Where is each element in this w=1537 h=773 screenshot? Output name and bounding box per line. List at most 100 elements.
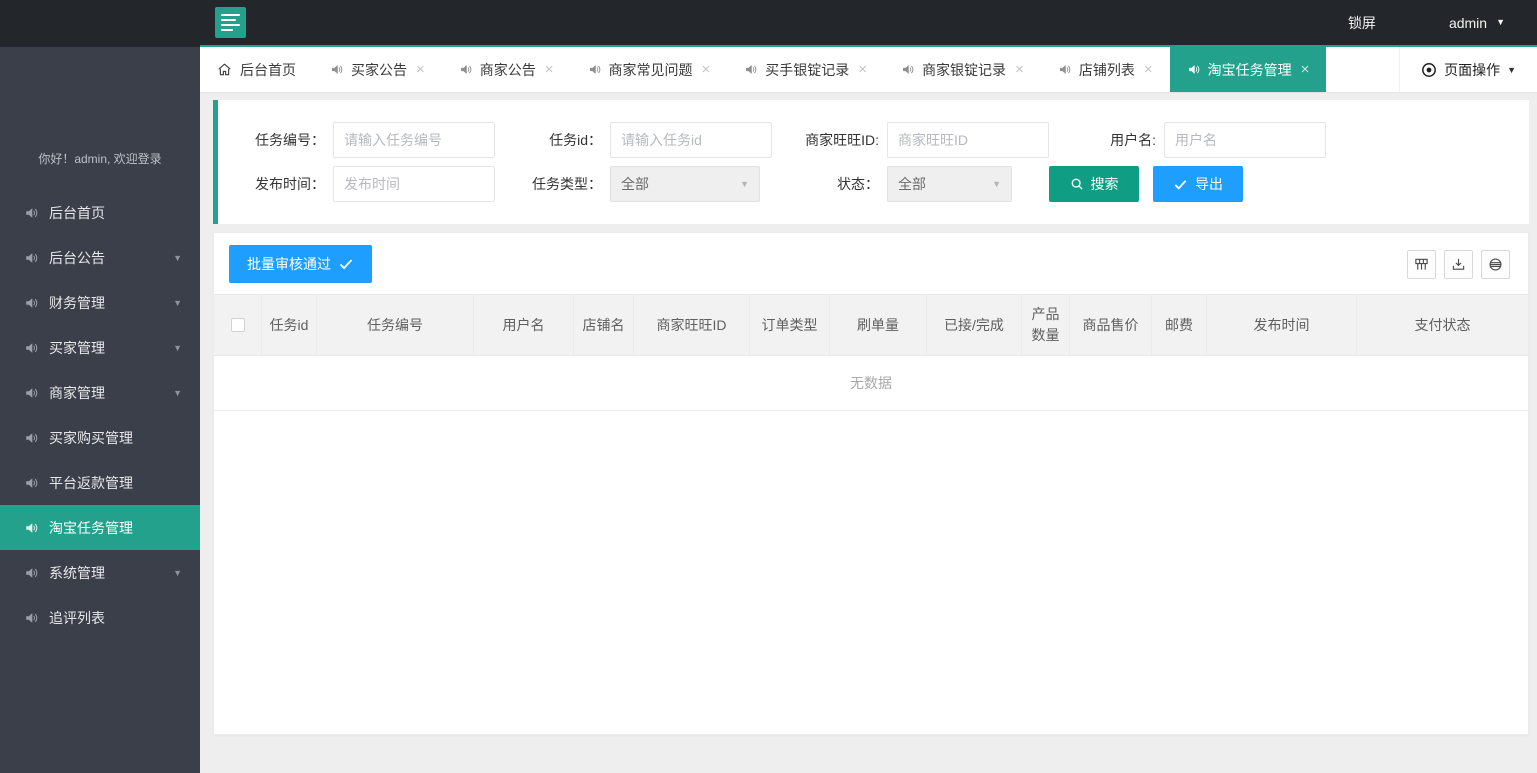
close-icon[interactable]: × (858, 61, 867, 78)
tab-shop-list[interactable]: 店铺列表 × (1041, 47, 1170, 92)
sidebar-item-review-list[interactable]: 追评列表 (0, 595, 200, 640)
col-taken-done: 已接/完成 (927, 295, 1022, 355)
close-icon[interactable]: × (1144, 61, 1153, 78)
home-icon (217, 62, 232, 77)
chevron-down-icon: ▼ (1496, 17, 1505, 27)
col-order-type: 订单类型 (750, 295, 830, 355)
tab-label: 后台首页 (240, 61, 296, 78)
top-header-bar: 锁屏 admin ▼ (0, 0, 1537, 45)
speaker-icon (24, 566, 38, 580)
sidebar-item-system[interactable]: 系统管理 ▼ (0, 550, 200, 595)
page-actions-dropdown[interactable]: 页面操作 ▼ (1399, 47, 1537, 92)
sidebar-item-platform-refund[interactable]: 平台返款管理 (0, 460, 200, 505)
speaker-icon (24, 521, 38, 535)
sidebar-item-label: 追评列表 (49, 609, 105, 626)
tab-label: 店铺列表 (1078, 61, 1135, 78)
sidebar-item-buyer-mgmt[interactable]: 买家管理 ▼ (0, 325, 200, 370)
print-icon (1488, 257, 1503, 272)
close-icon[interactable]: × (702, 61, 711, 78)
status-value: 全部 (898, 176, 926, 192)
sidebar-item-label: 买家管理 (49, 339, 105, 356)
topbar-right-group: 锁屏 admin ▼ (1348, 0, 1537, 45)
tab-label: 买手银锭记录 (765, 61, 850, 78)
search-filter-panel: 任务编号： 任务id： 商家旺旺ID: 用户名: (213, 100, 1529, 224)
sidebar-item-label: 财务管理 (49, 294, 105, 311)
table-tool-icons (1407, 249, 1510, 279)
sidebar-item-merchant-mgmt[interactable]: 商家管理 ▼ (0, 370, 200, 415)
col-task-no: 任务编号 (317, 295, 474, 355)
print-button[interactable] (1481, 249, 1510, 279)
select-all-checkbox[interactable] (230, 318, 245, 332)
tab-merchant-faq[interactable]: 商家常见问题 × (571, 47, 728, 92)
close-icon[interactable]: × (1015, 61, 1024, 78)
speaker-icon (24, 431, 38, 445)
col-order-qty: 刷单量 (830, 295, 927, 355)
tab-label: 商家公告 (479, 61, 536, 78)
chevron-down-icon: ▼ (173, 297, 182, 308)
tab-bar: 后台首页 买家公告 × 商家公告 × 商家常见问题 × 买手银锭记录 × 商家银… (200, 47, 1537, 93)
close-icon[interactable]: × (545, 61, 554, 78)
task-table-card: 批量审核通过 任务id 任务编号 用户名 店铺名 商家旺旺ID 订单类型 刷单量… (213, 232, 1529, 735)
tab-home[interactable]: 后台首页 (200, 47, 313, 92)
search-button-label: 搜索 (1090, 176, 1119, 192)
tab-taobao-task[interactable]: 淘宝任务管理 × (1169, 47, 1327, 92)
speaker-icon (24, 251, 38, 265)
close-icon[interactable]: × (1301, 61, 1310, 78)
speaker-icon (24, 206, 38, 220)
speaker-icon (744, 63, 757, 76)
sidebar-menu: 后台首页 后台公告 ▼ 财务管理 ▼ 买家管理 ▼ 商家管理 ▼ 买家购买管理 … (0, 190, 200, 640)
sidebar-item-label: 系统管理 (49, 564, 105, 581)
chevron-down-icon: ▼ (740, 179, 749, 189)
sidebar-item-finance[interactable]: 财务管理 ▼ (0, 280, 200, 325)
task-type-select[interactable]: 全部 ▼ (610, 166, 760, 202)
col-product-price: 商品售价 (1070, 295, 1152, 355)
tab-buyer-ingot-log[interactable]: 买手银锭记录 × (727, 47, 884, 92)
task-no-input[interactable] (333, 122, 495, 158)
speaker-icon (588, 63, 601, 76)
user-menu[interactable]: admin ▼ (1449, 15, 1537, 31)
export-table-button[interactable] (1444, 249, 1473, 279)
lock-screen-button[interactable]: 锁屏 (1348, 13, 1376, 33)
tab-buyer-notice[interactable]: 买家公告 × (313, 47, 442, 92)
username-label: admin (1448, 14, 1488, 31)
tab-merchant-ingot-log[interactable]: 商家银锭记录 × (884, 47, 1041, 92)
chevron-down-icon: ▼ (1507, 64, 1516, 75)
sidebar-item-home[interactable]: 后台首页 (0, 190, 200, 235)
target-icon (1421, 62, 1437, 78)
speaker-icon (24, 611, 38, 625)
sidebar-item-notice[interactable]: 后台公告 ▼ (0, 235, 200, 280)
filter-columns-button[interactable] (1407, 249, 1436, 279)
col-publish-time: 发布时间 (1207, 295, 1357, 355)
sidebar-toggle-button[interactable] (215, 7, 246, 38)
filter-row-2: 发布时间： 任务类型： 全部 ▼ 状态： (218, 162, 1529, 206)
username-input[interactable] (1164, 122, 1326, 158)
wangwang-id-label: 商家旺旺ID: (805, 132, 879, 148)
chevron-down-icon: ▼ (173, 252, 182, 263)
publish-time-input[interactable] (333, 166, 495, 202)
task-id-input[interactable] (610, 122, 772, 158)
wangwang-id-input[interactable] (887, 122, 1049, 158)
search-button[interactable]: 搜索 (1049, 166, 1139, 202)
field-task-no: 任务编号： (218, 122, 495, 158)
sidebar-item-label: 淘宝任务管理 (49, 519, 133, 536)
export-icon (1451, 257, 1466, 272)
export-button[interactable]: 导出 (1153, 166, 1243, 202)
page-content: 任务编号： 任务id： 商家旺旺ID: 用户名: (200, 93, 1537, 773)
table-toolbar: 批量审核通过 (214, 233, 1528, 294)
speaker-icon (24, 476, 38, 490)
batch-approve-button[interactable]: 批量审核通过 (229, 245, 372, 283)
speaker-icon (459, 63, 472, 76)
status-select[interactable]: 全部 ▼ (887, 166, 1012, 202)
export-button-label: 导出 (1195, 176, 1223, 192)
columns-icon (1414, 257, 1429, 272)
sidebar-item-taobao-task[interactable]: 淘宝任务管理 (0, 505, 200, 550)
check-icon (1173, 177, 1188, 192)
tab-merchant-notice[interactable]: 商家公告 × (442, 47, 571, 92)
speaker-icon (24, 386, 38, 400)
welcome-text: 你好！admin, 欢迎登录 (38, 152, 162, 166)
field-publish-time: 发布时间： (218, 166, 495, 202)
status-label: 状态： (837, 176, 879, 192)
close-icon[interactable]: × (416, 61, 425, 78)
col-wangwang-id: 商家旺旺ID (634, 295, 750, 355)
sidebar-item-buyer-purchase[interactable]: 买家购买管理 (0, 415, 200, 460)
